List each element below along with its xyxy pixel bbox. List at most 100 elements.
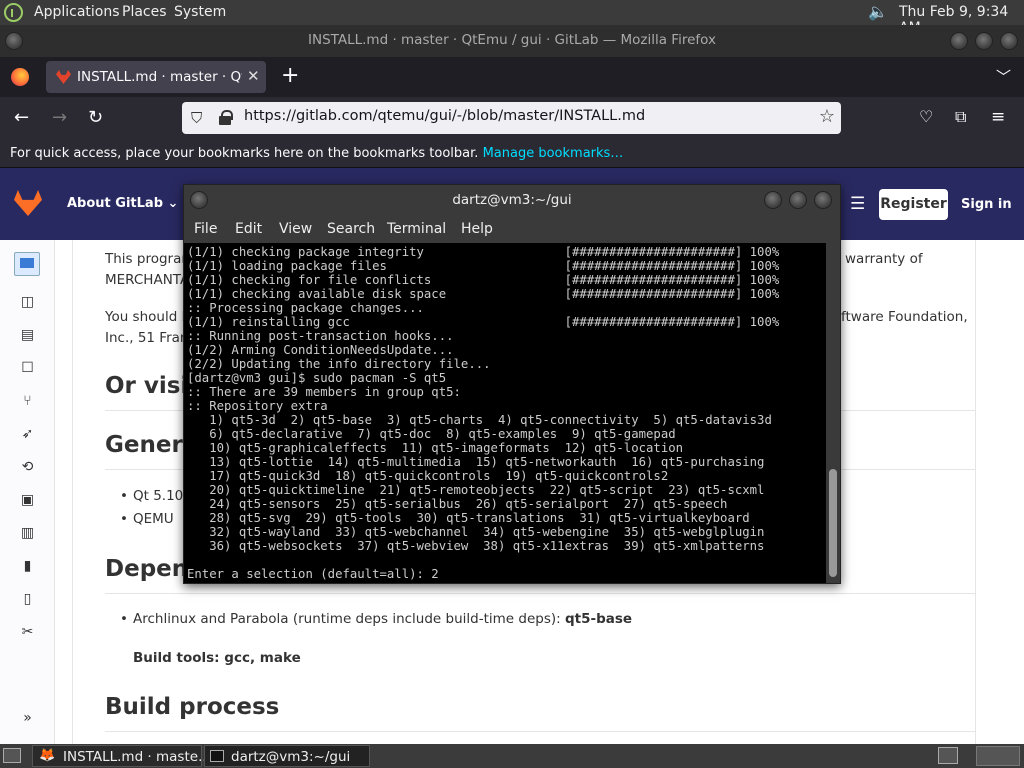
- lock-icon[interactable]: [219, 110, 233, 125]
- terminal-scrollbar-thumb[interactable]: [829, 469, 837, 577]
- divider: [105, 593, 975, 594]
- merge-requests-icon[interactable]: ⑂: [19, 393, 36, 410]
- project-overview-icon[interactable]: ◫: [19, 294, 36, 311]
- terminal-line: :: Processing package changes...: [187, 301, 424, 315]
- terminal-menubar: File Edit View Search Terminal Help: [184, 215, 840, 243]
- trash-icon[interactable]: [938, 747, 958, 764]
- terminal-minimize-button[interactable]: [764, 191, 782, 209]
- terminal-line: Enter a selection (default=all): 2: [187, 567, 439, 581]
- terminal-window[interactable]: dartz@vm3:~/gui File Edit View Search Te…: [183, 184, 841, 584]
- about-gitlab-dropdown[interactable]: About GitLab ⌄: [67, 196, 178, 211]
- extensions-icon[interactable]: ⧉: [955, 107, 966, 127]
- register-button[interactable]: Register: [879, 189, 948, 220]
- terminal-menu-terminal[interactable]: Terminal: [387, 221, 446, 237]
- license-text-1c: MERCHANTA: [105, 272, 190, 288]
- tab-close-icon[interactable]: ✕: [247, 67, 260, 85]
- terminal-maximize-button[interactable]: [789, 191, 807, 209]
- task-firefox[interactable]: 🦊 INSTALL.md · maste...: [32, 745, 211, 767]
- terminal-line: 28) qt5-svg 29) qt5-tools 30) qt5-transl…: [187, 511, 750, 525]
- terminal-menu-file[interactable]: File: [194, 221, 217, 237]
- distro-logo-icon[interactable]: [4, 3, 23, 22]
- gitlab-logo-icon[interactable]: [14, 190, 42, 216]
- terminal-line: 24) qt5-sensors 25) qt5-serialbus 26) qt…: [187, 497, 728, 511]
- new-tab-icon[interactable]: +: [281, 63, 299, 88]
- ci-cd-rocket-icon[interactable]: ➶: [19, 426, 36, 443]
- tracking-shield-icon[interactable]: ⛉: [191, 109, 202, 127]
- top-panel: Applications Places System 🔈 Thu Feb 9, …: [0, 0, 1024, 36]
- minimize-button[interactable]: [950, 32, 968, 50]
- app-menu-icon[interactable]: ≡: [991, 107, 1005, 127]
- show-desktop-icon[interactable]: [3, 748, 21, 763]
- terminal-window-menu-button[interactable]: [190, 191, 208, 209]
- gitlab-sidebar: ◫ ▤ ☐ ⑂ ➶ ⟲ ▣ ▥ ▮ ▯ ✂ »: [0, 240, 55, 744]
- url-bar[interactable]: ⛉ https://gitlab.com/qtemu/gui/-/blob/ma…: [182, 102, 841, 134]
- sign-in-link[interactable]: Sign in: [961, 197, 1012, 212]
- manage-bookmarks-link[interactable]: Manage bookmarks…: [483, 146, 624, 161]
- expand-sidebar-icon[interactable]: »: [19, 710, 36, 727]
- task-firefox-label: INSTALL.md · maste...: [63, 749, 211, 765]
- task-terminal[interactable]: dartz@vm3:~/gui: [204, 745, 370, 767]
- hamburger-menu-icon[interactable]: ☰: [850, 194, 865, 214]
- firefox-view-icon[interactable]: [11, 68, 29, 86]
- terminal-line: 1) qt5-3d 2) qt5-base 3) qt5-charts 4) q…: [187, 413, 772, 427]
- list-all-tabs-icon[interactable]: ﹀: [996, 66, 1011, 87]
- tab-install-md[interactable]: INSTALL.md · master · QtEmu / gui · GitL…: [46, 61, 266, 93]
- menu-system[interactable]: System: [174, 4, 226, 20]
- wiki-icon[interactable]: ▯: [19, 591, 36, 608]
- terminal-line: (1/1) checking available disk space [###…: [187, 287, 780, 301]
- deployments-icon[interactable]: ⟲: [19, 459, 36, 476]
- workspace-switcher[interactable]: [976, 746, 1020, 766]
- pocket-icon[interactable]: ♡: [919, 107, 933, 126]
- deps-text: Archlinux and Parabola (runtime deps inc…: [133, 611, 565, 627]
- terminal-titlebar[interactable]: dartz@vm3:~/gui: [184, 185, 840, 215]
- terminal-menu-search[interactable]: Search: [327, 221, 375, 237]
- terminal-scrollbar[interactable]: [826, 243, 840, 583]
- volume-icon[interactable]: 🔈: [868, 2, 890, 22]
- menu-places[interactable]: Places: [122, 4, 167, 20]
- terminal-output[interactable]: (1/1) checking package integrity [######…: [184, 243, 826, 583]
- firefox-titlebar: INSTALL.md · master · QtEmu / gui · GitL…: [0, 25, 1024, 57]
- terminal-line: 13) qt5-lottie 14) qt5-multimedia 15) qt…: [187, 455, 765, 469]
- terminal-line: (1/1) checking for file conflicts [#####…: [187, 273, 780, 287]
- terminal-title: dartz@vm3:~/gui: [452, 192, 572, 208]
- terminal-line: :: There are 39 members in group qt5:: [187, 385, 461, 399]
- maximize-button[interactable]: [975, 32, 993, 50]
- terminal-menu-edit[interactable]: Edit: [235, 221, 262, 237]
- tab-bar: INSTALL.md · master · QtEmu / gui · GitL…: [0, 57, 1024, 97]
- analytics-icon[interactable]: ▮: [19, 558, 36, 575]
- terminal-line: 17) qt5-quick3d 18) qt5-quickcontrols 19…: [187, 469, 669, 483]
- menu-applications[interactable]: Applications: [34, 4, 120, 20]
- monitor-icon[interactable]: ▥: [19, 525, 36, 542]
- issues-icon[interactable]: ☐: [19, 360, 36, 377]
- list-item-qemu: QEMU: [120, 511, 174, 527]
- project-avatar[interactable]: [14, 252, 40, 276]
- window-menu-button[interactable]: [5, 32, 23, 50]
- bookmark-star-icon[interactable]: ☆: [819, 106, 835, 127]
- chevron-down-icon: ⌄: [167, 196, 179, 211]
- repository-icon[interactable]: ▤: [19, 327, 36, 344]
- packages-icon[interactable]: ▣: [19, 492, 36, 509]
- window-title: INSTALL.md · master · QtEmu / gui · GitL…: [308, 32, 716, 48]
- snippets-scissors-icon[interactable]: ✂: [19, 624, 36, 641]
- firefox-task-icon: 🦊: [39, 748, 56, 763]
- terminal-line: (1/1) loading package files [###########…: [187, 259, 780, 273]
- terminal-line: (2/2) Updating the info directory file..…: [187, 357, 491, 371]
- terminal-menu-help[interactable]: Help: [461, 221, 493, 237]
- forward-icon[interactable]: →: [52, 107, 67, 128]
- url-text[interactable]: https://gitlab.com/qtemu/gui/-/blob/mast…: [244, 108, 645, 124]
- reload-icon[interactable]: ↻: [88, 107, 103, 128]
- terminal-menu-view[interactable]: View: [279, 221, 312, 237]
- license-text-1a: This program: [105, 251, 195, 267]
- close-window-button[interactable]: [1000, 32, 1018, 50]
- terminal-task-icon: [210, 750, 224, 762]
- back-icon[interactable]: ←: [14, 107, 29, 128]
- terminal-line: 32) qt5-wayland 33) qt5-webchannel 34) q…: [187, 525, 765, 539]
- heading-build-process: Build process: [105, 694, 280, 720]
- terminal-line: 6) qt5-declarative 7) qt5-doc 8) qt5-exa…: [187, 427, 676, 441]
- terminal-close-button[interactable]: [814, 191, 832, 209]
- list-item-archlinux: Archlinux and Parabola (runtime deps inc…: [120, 611, 632, 627]
- bookmarks-toolbar: For quick access, place your bookmarks h…: [0, 140, 1024, 168]
- divider: [105, 731, 975, 732]
- terminal-line: (1/1) checking package integrity [######…: [187, 245, 780, 259]
